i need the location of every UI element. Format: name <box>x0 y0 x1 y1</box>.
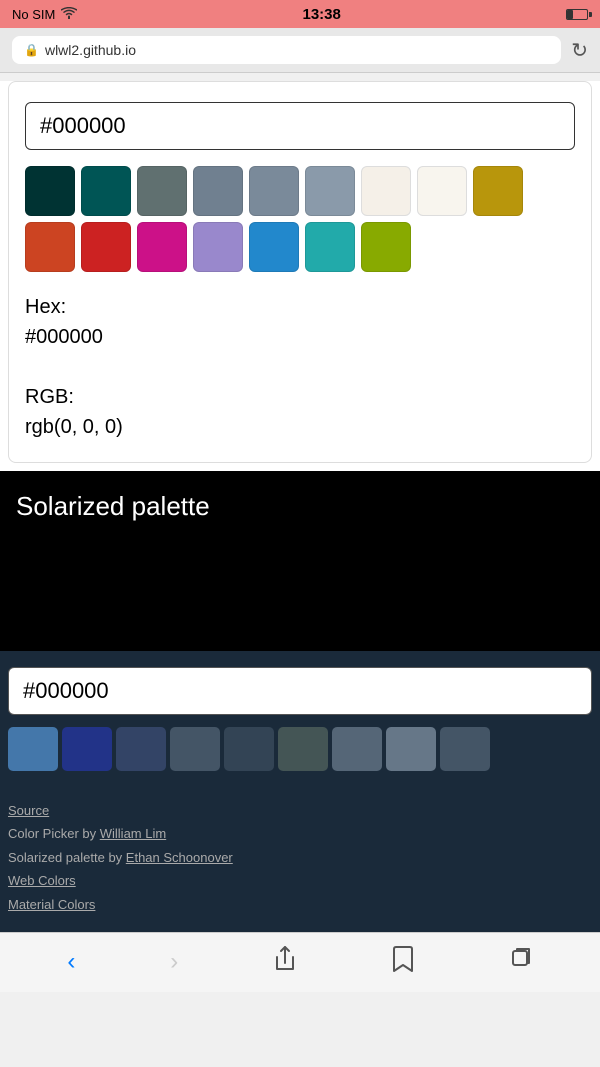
address-bar: 🔒 wlwl2.github.io ↻ <box>0 28 600 73</box>
swatch-16[interactable] <box>361 222 411 272</box>
hex-label: Hex: #000000 <box>25 292 575 352</box>
swatch-1[interactable] <box>25 166 75 216</box>
hex-value: #000000 <box>25 326 103 348</box>
dark-swatch-7[interactable] <box>332 727 382 771</box>
status-left: No SIM <box>12 7 77 22</box>
tabs-button[interactable] <box>497 943 545 982</box>
dark-swatch-6[interactable] <box>278 727 328 771</box>
status-time: 13:38 <box>302 6 340 23</box>
battery-icon <box>566 9 588 20</box>
palette-title: Solarized palette <box>16 491 584 522</box>
swatch-15[interactable] <box>305 222 355 272</box>
dark-swatch-3[interactable] <box>116 727 166 771</box>
swatch-3[interactable] <box>137 166 187 216</box>
status-right <box>566 9 588 20</box>
back-button[interactable]: ‹ <box>55 944 87 980</box>
swatch-2[interactable] <box>81 166 131 216</box>
reload-button[interactable]: ↻ <box>571 38 588 63</box>
swatch-7[interactable] <box>361 166 411 216</box>
dark-swatch-1[interactable] <box>8 727 58 771</box>
dark-swatch-8[interactable] <box>386 727 436 771</box>
rgb-value: rgb(0, 0, 0) <box>25 416 123 438</box>
url-text: wlwl2.github.io <box>45 42 136 58</box>
share-button[interactable] <box>261 941 309 984</box>
swatch-12[interactable] <box>137 222 187 272</box>
solarized-section: Solarized palette <box>0 471 600 651</box>
dark-color-picker <box>0 651 600 787</box>
ethan-schoonover-link[interactable]: Ethan Schoonover <box>126 850 233 865</box>
rgb-label: RGB: rgb(0, 0, 0) <box>25 382 575 442</box>
swatch-13[interactable] <box>193 222 243 272</box>
william-lim-link[interactable]: William Lim <box>100 826 166 841</box>
lock-icon: 🔒 <box>24 43 39 57</box>
swatch-11[interactable] <box>81 222 131 272</box>
dark-swatch-2[interactable] <box>62 727 112 771</box>
swatch-6[interactable] <box>305 166 355 216</box>
swatch-5[interactable] <box>249 166 299 216</box>
hex-input-wrapper[interactable] <box>25 102 575 150</box>
wifi-icon <box>61 7 77 22</box>
hex-input-dark[interactable] <box>23 678 577 704</box>
swatch-10[interactable] <box>25 222 75 272</box>
dark-swatch-9[interactable] <box>440 727 490 771</box>
swatch-9[interactable] <box>473 166 523 216</box>
swatch-4[interactable] <box>193 166 243 216</box>
source-link[interactable]: Source <box>8 803 49 818</box>
url-bar[interactable]: 🔒 wlwl2.github.io <box>12 36 561 64</box>
dark-swatches <box>8 727 592 771</box>
hex-input-dark-wrapper[interactable] <box>8 667 592 715</box>
swatch-14[interactable] <box>249 222 299 272</box>
browser-nav: ‹ › <box>0 932 600 992</box>
hex-input[interactable] <box>40 113 560 139</box>
swatch-8[interactable] <box>417 166 467 216</box>
status-bar: No SIM 13:38 <box>0 0 600 28</box>
dark-swatch-4[interactable] <box>170 727 220 771</box>
credit-solarized: Solarized palette by Ethan Schoonover <box>8 846 592 869</box>
color-picker-white: Hex: #000000 RGB: rgb(0, 0, 0) <box>8 81 592 463</box>
bookmark-button[interactable] <box>380 941 426 984</box>
main-content: Hex: #000000 RGB: rgb(0, 0, 0) Solarized… <box>0 81 600 932</box>
footer: Source Color Picker by William Lim Solar… <box>0 787 600 932</box>
credit-color-picker: Color Picker by William Lim <box>8 822 592 845</box>
dark-swatch-5[interactable] <box>224 727 274 771</box>
carrier-label: No SIM <box>12 7 55 22</box>
web-colors-link[interactable]: Web Colors <box>8 873 76 888</box>
color-info: Hex: #000000 RGB: rgb(0, 0, 0) <box>25 292 575 442</box>
material-colors-link[interactable]: Material Colors <box>8 897 95 912</box>
color-swatches <box>25 166 575 272</box>
forward-button[interactable]: › <box>158 944 190 980</box>
